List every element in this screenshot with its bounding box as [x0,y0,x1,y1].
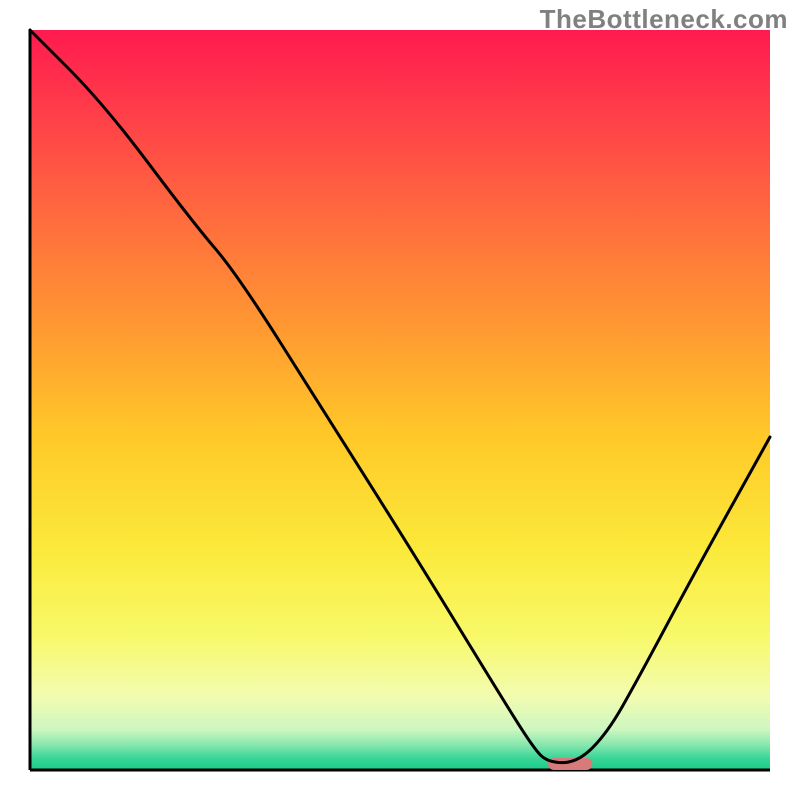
floor-marker [548,758,592,770]
bottleneck-chart [0,0,800,800]
watermark-text: TheBottleneck.com [540,4,788,35]
plot-background [30,30,770,770]
chart-container: TheBottleneck.com [0,0,800,800]
